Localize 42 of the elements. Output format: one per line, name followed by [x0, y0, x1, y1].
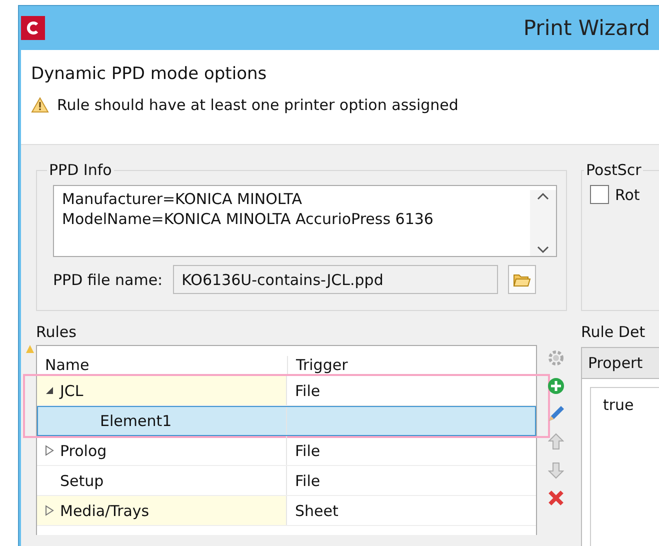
trigger-text: File	[295, 382, 320, 400]
tree-row[interactable]: Media/Trays Sheet	[37, 496, 536, 526]
warning-icon	[31, 96, 49, 113]
rule-name: Prolog	[60, 442, 107, 460]
checkbox-label: Rot	[615, 186, 640, 204]
scroll-down-icon[interactable]	[537, 246, 549, 254]
info-line: ModelName=KONICA MINOLTA AccurioPress 6136	[62, 210, 434, 228]
rule-name: Media/Trays	[60, 502, 150, 520]
field-label: PPD file name:	[53, 270, 163, 288]
warning-message: Rule should have at least one printer option assigned	[57, 96, 458, 114]
rule-name: Setup	[60, 472, 104, 490]
ppd-info-field[interactable]: Manufacturer=KONICA MINOLTA ModelName=KONICA MINOLTA AccurioPress 6136	[53, 185, 557, 257]
collapse-arrow-icon[interactable]	[45, 386, 54, 395]
file-name-field[interactable]: KO6136U-contains-JCL.ppd	[172, 265, 498, 294]
page-title: Dynamic PPD mode options	[31, 64, 268, 84]
add-button[interactable]	[545, 375, 567, 397]
trigger-text: Sheet	[295, 502, 338, 520]
group-label: PPD Info	[48, 161, 113, 179]
tree-row[interactable]: Prolog File	[37, 436, 536, 466]
app-logo-icon	[21, 16, 45, 40]
folder-icon	[512, 272, 531, 286]
info-line: Manufacturer=KONICA MINOLTA	[62, 190, 303, 208]
checkbox[interactable]	[590, 185, 609, 204]
column-header[interactable]: Trigger	[287, 356, 536, 376]
section-label: Rule Det	[581, 323, 646, 341]
expand-arrow-icon[interactable]	[45, 505, 54, 516]
window-title: Print Wizard	[523, 16, 650, 40]
value-field[interactable]: true	[590, 387, 659, 546]
tree-row[interactable]: Element1	[37, 406, 536, 436]
expand-arrow-icon[interactable]	[45, 445, 54, 456]
trigger-text: File	[295, 442, 320, 460]
scroll-up-icon[interactable]	[537, 192, 549, 200]
section-label: Rules	[36, 323, 78, 341]
rule-name: JCL	[60, 382, 84, 400]
group-label: PostScr	[585, 161, 642, 179]
properties-tab[interactable]: Propert	[581, 347, 659, 379]
column-header[interactable]: Name	[37, 356, 287, 376]
browse-button[interactable]	[508, 265, 536, 294]
trigger-text: File	[295, 472, 320, 490]
rule-name: Element1	[100, 412, 172, 430]
warning-icon	[26, 345, 34, 353]
tree-row[interactable]: JCL File	[37, 376, 536, 406]
